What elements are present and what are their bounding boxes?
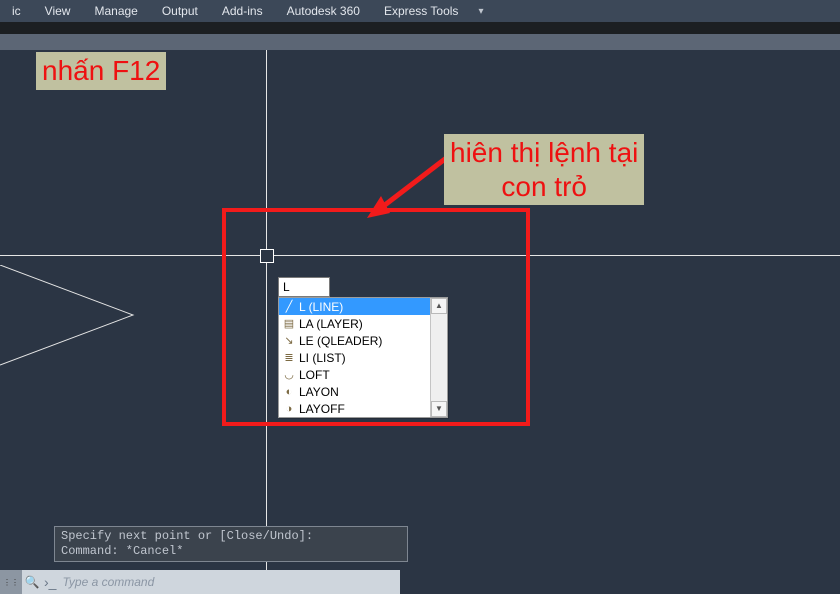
annotation-label-callout: hiên thị lệnh tại con trỏ [444, 134, 644, 205]
command-input-bar[interactable]: ⋮⋮ 🔍 ›_ Type a command [0, 570, 400, 594]
ribbon-gap [0, 22, 840, 34]
menu-item[interactable]: ic [0, 0, 33, 22]
command-prompt-icon: ›_ [42, 574, 62, 590]
command-bar-grip-icon[interactable]: ⋮⋮ [0, 570, 22, 594]
menu-item[interactable]: Add-ins [210, 0, 275, 22]
menu-item[interactable]: Autodesk 360 [275, 0, 372, 22]
app-window: ic View Manage Output Add-ins Autodesk 3… [0, 0, 840, 594]
menu-item[interactable]: Express Tools [372, 0, 470, 22]
command-history-line: Command: *Cancel* [61, 544, 401, 559]
annotation-highlight-box [222, 208, 530, 426]
drawing-canvas[interactable]: L ╱ L (LINE) ▤ LA (LAYER) ↘ LE (QLEADER)… [0, 50, 840, 594]
command-input-placeholder[interactable]: Type a command [62, 575, 154, 589]
menu-item[interactable]: Output [150, 0, 210, 22]
annotation-text: hiên thị lệnh tại [450, 136, 638, 170]
menu-bar: ic View Manage Output Add-ins Autodesk 3… [0, 0, 840, 22]
ribbon-panel-strip [0, 34, 840, 51]
annotation-text: con trỏ [450, 170, 638, 204]
menu-item[interactable]: Manage [82, 0, 149, 22]
search-icon[interactable]: 🔍 [22, 575, 42, 589]
command-history-panel: Specify next point or [Close/Undo]: Comm… [54, 526, 408, 562]
chevron-down-icon[interactable]: ▾ [478, 6, 483, 17]
drawn-polyline [0, 265, 140, 375]
annotation-label-f12: nhấn F12 [36, 52, 166, 90]
menu-item[interactable]: View [33, 0, 83, 22]
command-history-line: Specify next point or [Close/Undo]: [61, 529, 401, 544]
